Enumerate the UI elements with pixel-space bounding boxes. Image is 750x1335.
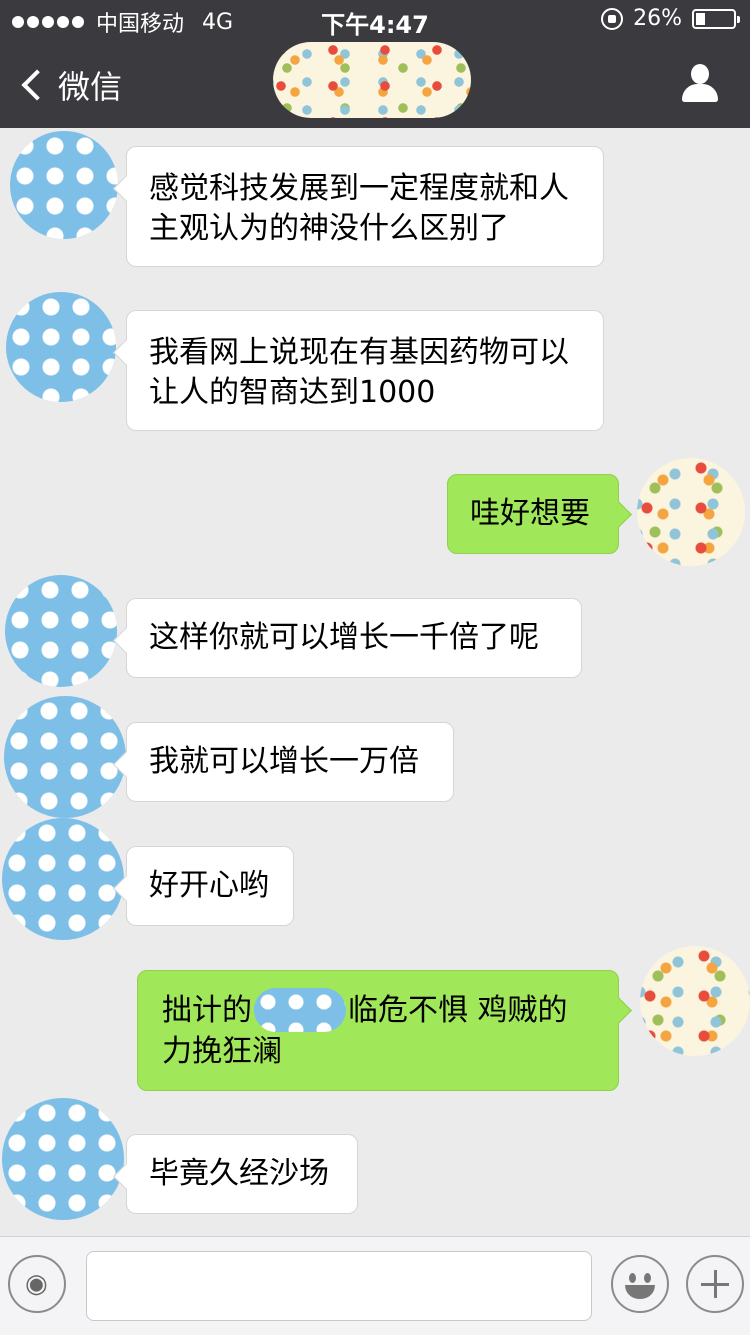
message-bubble[interactable]: 感觉科技发展到一定程度就和人主观认为的神没什么区别了 [126, 146, 604, 267]
message-text: 我看网上说现在有基因药物可以让人的智商达到1000 [149, 335, 569, 410]
avatar[interactable] [6, 292, 116, 402]
redacted-name [254, 987, 346, 1032]
nav-bar: 微信 [0, 40, 750, 128]
emoji-button[interactable] [611, 1255, 669, 1313]
message-text-before: 拙计的 [162, 993, 252, 1028]
battery-fill [696, 12, 705, 25]
message-text: 这样你就可以增长一千倍了呢 [149, 620, 539, 655]
message-text: 我就可以增长一万倍 [149, 744, 419, 779]
avatar[interactable] [2, 1098, 124, 1220]
avatar[interactable] [10, 131, 118, 239]
person-icon-body [682, 84, 718, 102]
back-button[interactable]: 微信 [18, 62, 122, 108]
chat-info-button[interactable] [680, 64, 720, 104]
avatar[interactable] [640, 946, 750, 1056]
message-bubble[interactable]: 好开心哟 [126, 846, 294, 926]
message-bubble[interactable]: 我就可以增长一万倍 [126, 722, 454, 802]
voice-button[interactable]: ◉ [8, 1255, 66, 1313]
battery-icon [692, 8, 740, 29]
top-bar: 中国移动 4G 下午4:47 26% 微信 [0, 0, 750, 128]
message-text: 毕竟久经沙场 [149, 1156, 329, 1191]
chat-title-redacted [273, 42, 471, 118]
message-input[interactable] [86, 1251, 592, 1321]
message-text: 哇好想要 [470, 496, 590, 531]
input-bar: ◉ [0, 1236, 750, 1335]
avatar[interactable] [637, 458, 745, 566]
message-bubble[interactable]: 毕竟久经沙场 [126, 1134, 358, 1214]
status-bar: 中国移动 4G 下午4:47 26% [0, 0, 750, 40]
message-bubble[interactable]: 我看网上说现在有基因药物可以让人的智商达到1000 [126, 310, 604, 431]
message-text: 好开心哟 [149, 868, 269, 903]
smiley-icon-eye [644, 1273, 651, 1283]
smiley-icon [629, 1273, 636, 1283]
voice-icon: ◉ [25, 1269, 48, 1299]
avatar[interactable] [5, 575, 117, 687]
message-bubble[interactable]: 哇好想要 [447, 474, 619, 554]
message-bubble[interactable]: 拙计的 临危不惧 鸡贼的力挽狂澜 [137, 970, 619, 1091]
avatar[interactable] [2, 818, 124, 940]
person-icon [691, 64, 709, 84]
chevron-left-icon [21, 69, 53, 101]
avatar[interactable] [4, 696, 126, 818]
battery-percent: 26% [633, 6, 682, 31]
back-label: 微信 [58, 68, 123, 106]
message-bubble[interactable]: 这样你就可以增长一千倍了呢 [126, 598, 582, 678]
more-button[interactable] [686, 1255, 744, 1313]
smiley-icon-mouth [625, 1285, 655, 1299]
rotation-lock-icon [601, 7, 624, 30]
message-text: 感觉科技发展到一定程度就和人主观认为的神没什么区别了 [149, 171, 569, 246]
